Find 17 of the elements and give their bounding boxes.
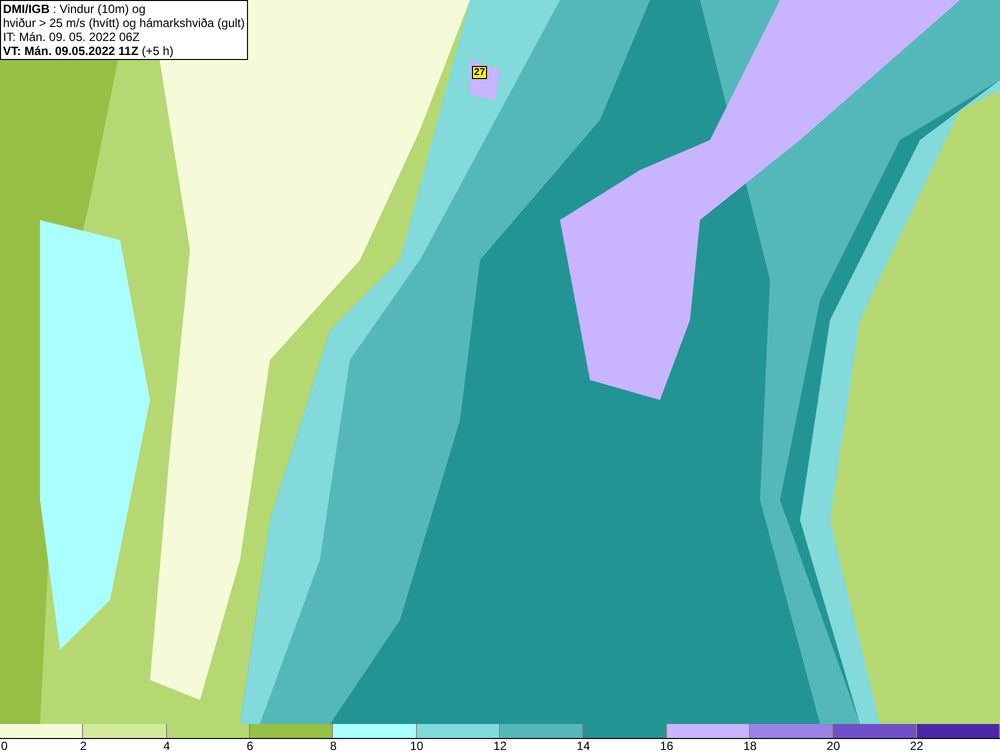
legend-tick-label: 18 [743,739,757,753]
legend-tick-label: 16 [660,739,674,753]
title-line: DMI/IGB : Vindur (10m) og [3,2,146,16]
legend-tick-label: 2 [80,739,87,753]
legend-tick-label: 12 [493,739,507,753]
legend-tick-label: 4 [163,739,170,753]
title-line: hviður > 25 m/s (hvítt) og hámarkshviða (gult) [3,16,245,30]
legend-tick-label: 10 [410,739,424,753]
legend-tick-label: 0 [1,739,8,753]
legend-tick-label: 14 [576,739,590,753]
title-line: VT: Mán. 09.05.2022 11Z (+5 h) [3,44,174,58]
legend-tick-label: 20 [826,739,840,753]
legend-tick-label: 6 [246,739,254,753]
title-line: IT: Mán. 09. 05. 2022 06Z [3,30,141,44]
legend-tick-label: 8 [330,739,337,753]
gust-label: 27 [472,66,488,79]
legend-tick-label: 22 [910,739,924,753]
